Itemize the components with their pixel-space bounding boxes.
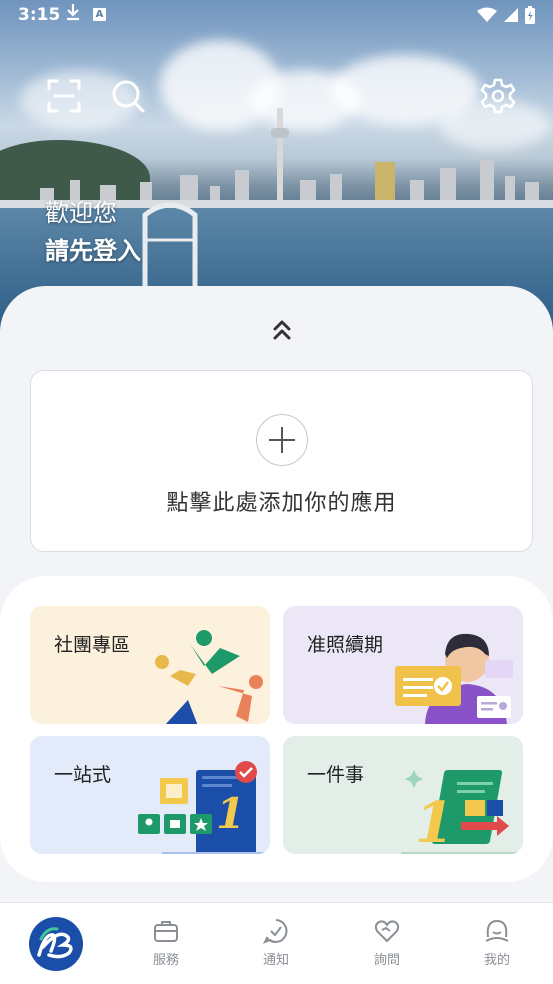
bottom-nav: 服務 通知 詢問 我的 [0,902,553,984]
hero-banner [0,0,553,330]
wifi-icon [477,7,497,22]
service-tile-one-stop[interactable]: 一站式 1 [30,736,270,854]
service-tile-label: 一站式 [54,764,112,786]
one-matter-icon: 1 [401,770,523,854]
welcome-text: 歡迎您 [45,199,117,227]
svg-text:1: 1 [216,789,245,838]
chat-check-icon [262,919,288,944]
svg-text:1: 1 [415,790,454,854]
signal-icon [504,8,518,22]
service-tile-one-matter[interactable]: 一件事 1 [283,736,523,854]
nav-label: 詢問 [373,953,400,968]
chevron-up-icon[interactable] [266,318,298,342]
add-app-card[interactable]: 點擊此處添加你的應用 [30,370,533,552]
plus-icon[interactable] [256,414,308,466]
home-logo-button[interactable] [29,917,83,971]
one-stop-icon: 1 [138,761,270,854]
tower-pod-shape [271,128,289,138]
service-tile-community[interactable]: 社團專區 [30,606,270,724]
login-prompt-link[interactable]: 請先登入 [45,231,141,266]
status-time: 3:15 [18,5,61,25]
nav-label: 服務 [152,953,179,968]
heart-hand-icon [374,920,400,943]
app-notification-icon: A [93,8,106,21]
status-bar: 3:15 A [0,0,553,30]
briefcase-icon [154,921,178,942]
search-icon[interactable] [110,78,146,114]
nav-item-services[interactable]: 服務 [136,917,196,968]
service-tile-label: 准照續期 [307,634,384,656]
add-app-label: 點擊此處添加你的應用 [166,491,397,516]
service-tile-label: 社團專區 [54,634,131,656]
download-icon [66,3,80,26]
nav-item-inquiry[interactable]: 詢問 [357,917,417,968]
nav-item-profile[interactable]: 我的 [467,917,527,968]
brand-logo-icon [37,927,73,959]
nav-label: 我的 [483,953,510,968]
nav-label: 通知 [262,953,289,968]
tower-shape [277,108,283,208]
service-tile-license-renewal[interactable]: 准照續期 [283,606,523,724]
gear-icon[interactable] [480,78,516,114]
license-renewal-icon [395,633,513,724]
battery-icon [525,6,535,24]
service-tile-label: 一件事 [307,764,365,786]
community-people-icon [150,630,263,724]
bridge-arch-shape [142,202,198,290]
scan-icon[interactable] [46,78,82,114]
status-right-icons [477,6,535,24]
profile-icon [485,919,509,942]
nav-item-notifications[interactable]: 通知 [246,917,306,968]
